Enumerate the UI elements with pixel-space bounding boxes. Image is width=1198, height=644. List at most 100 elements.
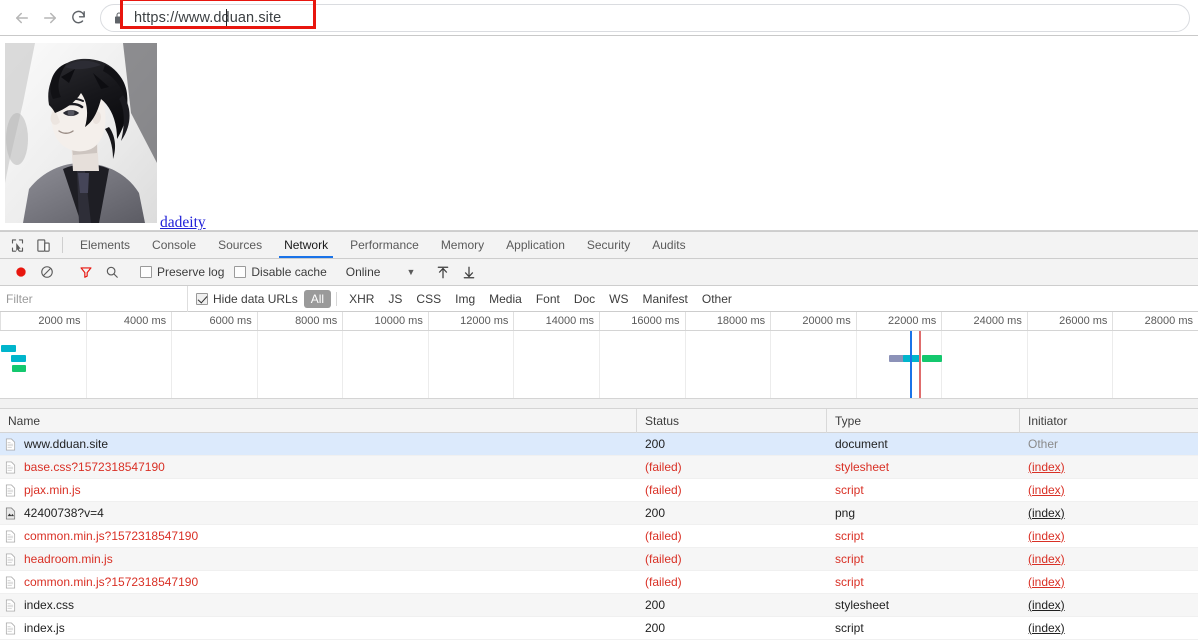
request-initiator[interactable]: (index) [1020,502,1198,525]
type-filter-js[interactable]: JS [381,290,409,308]
document-icon [5,530,18,543]
table-row[interactable]: headroom.min.js (failed) script (index) [0,548,1198,571]
tab-network[interactable]: Network [273,232,339,258]
column-header-name[interactable]: Name [0,409,637,433]
url-text: https://www.dduan.site [134,9,282,26]
tab-memory[interactable]: Memory [430,232,495,258]
upload-har-icon[interactable] [430,261,456,283]
back-button[interactable] [8,4,36,32]
search-icon[interactable] [99,261,125,283]
filter-input[interactable]: Filter [0,285,188,312]
overview-gridline [342,331,344,398]
ruler-tick-label: 8000 ms [295,315,338,327]
request-name-cell[interactable]: www.dduan.site [0,433,637,456]
table-row[interactable]: pjax.min.js (failed) script (index) [0,479,1198,502]
column-header-status[interactable]: Status [637,409,827,433]
overview-gridline [1026,331,1028,398]
ruler-tick: 24000 ms [941,312,1027,330]
document-icon [5,438,18,451]
request-status: 200 [645,620,666,635]
request-name-cell[interactable]: common.min.js?1572318547190 [0,525,637,548]
site-title-link[interactable]: dadeity [160,214,206,230]
tab-performance[interactable]: Performance [339,232,430,258]
type-filter-media[interactable]: Media [482,290,529,308]
disable-cache-label: Disable cache [251,265,327,279]
request-initiator[interactable]: (index) [1020,571,1198,594]
column-header-type[interactable]: Type [827,409,1020,433]
overview-gridline [256,331,258,398]
throttling-value: Online [345,265,381,279]
request-name-cell[interactable]: common.min.js?1572318547190 [0,571,637,594]
table-row[interactable]: index.js 200 script (index) [0,617,1198,640]
network-overview-graph[interactable] [0,331,1198,399]
inspect-element-icon[interactable] [4,232,30,258]
type-filter-other[interactable]: Other [695,290,739,308]
hide-data-urls-box [196,292,208,305]
request-name-cell[interactable]: pjax.min.js [0,479,637,502]
load-event-marker [918,331,921,398]
disable-cache-checkbox[interactable]: Disable cache [234,265,327,279]
overview-request-bar [1,345,16,352]
request-initiator[interactable]: (index) [1020,594,1198,617]
table-row[interactable]: base.css?1572318547190 (failed) stylesheet… [0,456,1198,479]
type-filter-img[interactable]: Img [448,290,482,308]
forward-button[interactable] [36,4,64,32]
download-har-icon[interactable] [456,261,482,283]
ruler-tick: 2000 ms [0,312,86,330]
request-name: index.css [24,597,75,612]
tab-audits[interactable]: Audits [641,232,696,258]
request-status: (failed) [645,574,682,589]
request-initiator[interactable]: (index) [1020,525,1198,548]
type-filter-ws[interactable]: WS [602,290,635,308]
request-name: index.js [24,620,65,635]
request-initiator[interactable]: (index) [1020,456,1198,479]
request-initiator[interactable]: (index) [1020,548,1198,571]
tab-application[interactable]: Application [495,232,576,258]
timeline-ruler[interactable]: 2000 ms 4000 ms 6000 ms 8000 ms 10000 ms 1200… [0,312,1198,331]
request-initiator[interactable]: (index) [1020,617,1198,640]
type-filter-xhr[interactable]: XHR [342,290,381,308]
table-row[interactable]: common.min.js?1572318547190 (failed) scrip… [0,571,1198,594]
document-icon [5,622,18,635]
request-name-cell[interactable]: index.js [0,617,637,640]
ruler-tick-label: 12000 ms [460,315,509,327]
reload-button[interactable] [64,4,92,32]
tab-security[interactable]: Security [576,232,641,258]
type-filter-font[interactable]: Font [529,290,567,308]
request-name-cell[interactable]: base.css?1572318547190 [0,456,637,479]
request-name-cell[interactable]: index.css [0,594,637,617]
request-name: base.css?1572318547190 [24,459,165,474]
tab-elements[interactable]: Elements [69,232,141,258]
request-type: stylesheet [835,597,890,612]
request-name-cell[interactable]: headroom.min.js [0,548,637,571]
device-toolbar-icon[interactable] [30,232,56,258]
clear-button[interactable] [34,261,60,283]
throttling-dropdown[interactable]: Online ▼ [346,265,416,279]
type-filter-doc[interactable]: Doc [567,290,602,308]
tab-console[interactable]: Console [141,232,207,258]
address-bar[interactable]: https://www.dduan.site [100,3,1190,32]
request-name-cell[interactable]: 42400738?v=4 [0,502,637,525]
filter-divider [336,291,338,306]
table-row[interactable]: 42400738?v=4 200 png (index) [0,502,1198,525]
type-filter-all[interactable]: All [303,289,332,308]
ruler-tick: 10000 ms [342,312,428,330]
type-filter-manifest[interactable]: Manifest [636,290,695,308]
table-row[interactable]: www.dduan.site 200 document Other [0,433,1198,456]
type-filter-css[interactable]: CSS [409,290,448,308]
table-row[interactable]: common.min.js?1572318547190 (failed) scrip… [0,525,1198,548]
overview-request-bar [10,355,27,362]
address-bar-container: https://www.dduan.site [100,0,1190,32]
column-header-initiator[interactable]: Initiator [1020,409,1198,433]
preserve-log-checkbox[interactable]: Preserve log [140,265,224,279]
ruler-tick: 14000 ms [513,312,599,330]
document-icon [5,553,18,566]
tab-sources[interactable]: Sources [207,232,273,258]
filter-funnel-icon[interactable] [73,261,99,283]
hide-data-urls-checkbox[interactable]: Hide data URLs [196,292,298,306]
table-row[interactable]: index.css 200 stylesheet (index) [0,594,1198,617]
record-button[interactable] [8,261,34,283]
request-initiator[interactable]: (index) [1020,479,1198,502]
ruler-tick-label: 4000 ms [123,315,167,327]
overview-footer [0,399,1198,409]
